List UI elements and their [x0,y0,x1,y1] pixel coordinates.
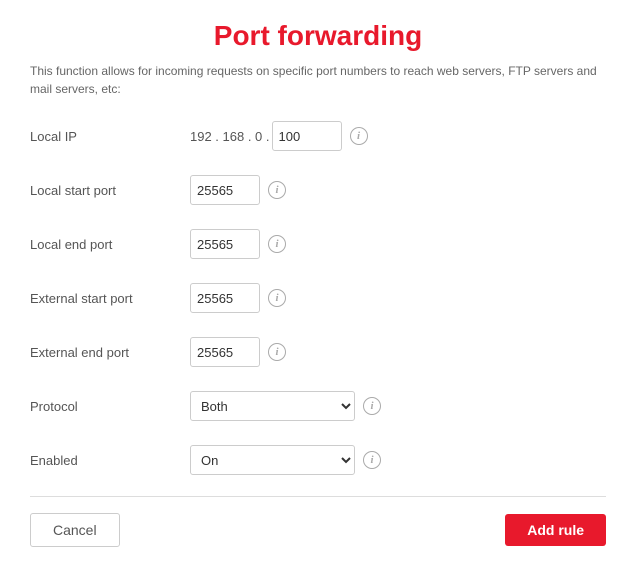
protocol-info-icon[interactable]: i [363,397,381,415]
external-start-port-control: i [190,283,286,313]
page-description: This function allows for incoming reques… [30,62,606,98]
external-end-port-row: External end port i [30,334,606,370]
external-start-port-label: External start port [30,291,190,306]
ip-group: 192 . 168 . 0 . [190,121,342,151]
local-start-port-label: Local start port [30,183,190,198]
local-end-port-row: Local end port i [30,226,606,262]
protocol-row: Protocol Both TCP UDP i [30,388,606,424]
local-ip-label: Local IP [30,129,190,144]
protocol-label: Protocol [30,399,190,414]
protocol-select[interactable]: Both TCP UDP [190,391,355,421]
external-start-port-row: External start port i [30,280,606,316]
external-start-port-info-icon[interactable]: i [268,289,286,307]
enabled-row: Enabled On Off i [30,442,606,478]
page-container: Port forwarding This function allows for… [0,0,636,567]
enabled-select[interactable]: On Off [190,445,355,475]
enabled-label: Enabled [30,453,190,468]
divider [30,496,606,497]
button-row: Cancel Add rule [30,513,606,547]
local-ip-info-icon[interactable]: i [350,127,368,145]
local-start-port-control: i [190,175,286,205]
local-end-port-input[interactable] [190,229,260,259]
local-ip-last-input[interactable] [272,121,342,151]
page-title: Port forwarding [30,20,606,52]
local-start-port-info-icon[interactable]: i [268,181,286,199]
external-end-port-input[interactable] [190,337,260,367]
local-start-port-row: Local start port i [30,172,606,208]
protocol-control: Both TCP UDP i [190,391,381,421]
local-ip-row: Local IP 192 . 168 . 0 . i [30,118,606,154]
add-rule-button[interactable]: Add rule [505,514,606,546]
enabled-info-icon[interactable]: i [363,451,381,469]
local-end-port-control: i [190,229,286,259]
local-start-port-input[interactable] [190,175,260,205]
external-end-port-label: External end port [30,345,190,360]
local-ip-control: 192 . 168 . 0 . i [190,121,368,151]
local-end-port-label: Local end port [30,237,190,252]
cancel-button[interactable]: Cancel [30,513,120,547]
external-end-port-info-icon[interactable]: i [268,343,286,361]
enabled-control: On Off i [190,445,381,475]
external-end-port-control: i [190,337,286,367]
local-end-port-info-icon[interactable]: i [268,235,286,253]
external-start-port-input[interactable] [190,283,260,313]
ip-static-prefix: 192 . 168 . 0 . [190,129,270,144]
